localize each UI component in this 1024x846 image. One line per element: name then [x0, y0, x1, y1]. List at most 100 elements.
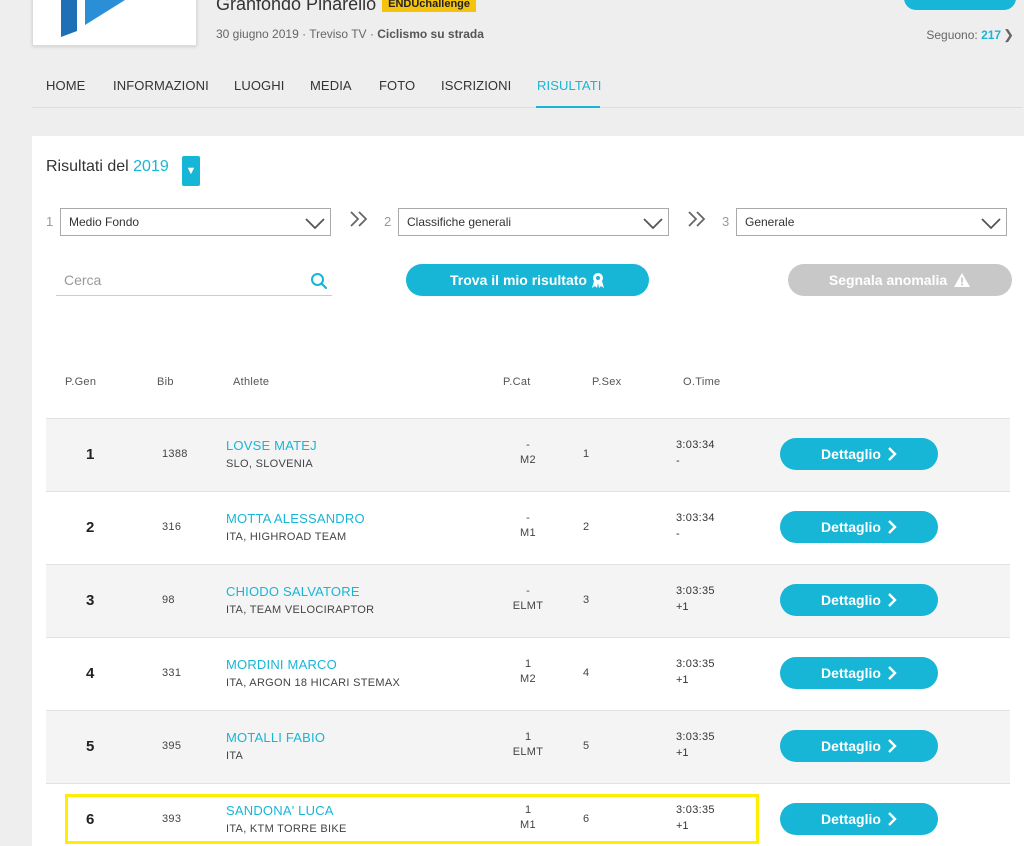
athlete-name-link[interactable]: MOTTA ALESSANDRO — [226, 511, 365, 526]
followers-label: Seguono: — [926, 28, 982, 42]
step-3-number: 3 — [722, 214, 730, 229]
chevron-right-icon — [888, 593, 897, 607]
chevron-right-icon — [888, 739, 897, 753]
tab-informazioni[interactable]: INFORMAZIONI — [113, 78, 209, 93]
col-header-otime[interactable]: O.Time — [683, 376, 720, 388]
detail-label: Dettaglio — [821, 811, 881, 827]
row-category: M2 — [520, 454, 536, 466]
event-discipline: Ciclismo su strada — [377, 27, 484, 41]
double-chevron-right-icon — [350, 211, 368, 227]
table-row: 2 316 MOTTA ALESSANDRO ITA, HIGHROAD TEA… — [46, 492, 1010, 565]
row-bib: 98 — [162, 594, 175, 606]
row-category: ELMT — [512, 746, 544, 758]
report-anomaly-label: Segnala anomalia — [828, 272, 948, 288]
results-year-title: Risultati del 2019 — [46, 158, 169, 176]
athlete-name-link[interactable]: LOVSE MATEJ — [226, 438, 317, 453]
row-category: M1 — [520, 527, 536, 539]
tab-foto[interactable]: FOTO — [379, 78, 415, 93]
row-official-time: 3:03:34 — [676, 439, 715, 451]
athlete-name-link[interactable]: CHIODO SALVATORE — [226, 584, 360, 599]
detail-button[interactable]: Dettaglio — [780, 730, 938, 762]
event-meta: 30 giugno 2019 · Treviso TV · Ciclismo s… — [216, 27, 484, 41]
ranking-select-value: Classifiche generali — [407, 215, 512, 229]
athlete-team: ITA, HIGHROAD TEAM — [226, 531, 347, 543]
search-input[interactable] — [64, 270, 294, 290]
race-select[interactable]: Medio Fondo — [60, 208, 331, 236]
col-header-bib[interactable]: Bib — [157, 376, 174, 388]
chevron-right-icon — [888, 666, 897, 680]
race-select-value: Medio Fondo — [69, 215, 140, 229]
detail-button[interactable]: Dettaglio — [780, 657, 938, 689]
athlete-team: ITA — [226, 750, 244, 762]
row-category-position: 1 — [524, 731, 532, 743]
row-official-time: 3:03:35 — [676, 658, 715, 670]
row-position: 1 — [86, 446, 95, 463]
chevron-down-icon — [305, 218, 325, 230]
follow-button[interactable] — [904, 0, 1016, 10]
row-category-position: 1 — [524, 658, 532, 670]
tab-luoghi[interactable]: LUOGHI — [234, 78, 284, 93]
col-header-psex[interactable]: P.Sex — [592, 376, 621, 388]
medal-icon — [591, 273, 604, 288]
row-bib: 1388 — [162, 448, 188, 460]
row-time-gap: +1 — [676, 674, 689, 686]
row-sex-position: 4 — [583, 667, 590, 679]
row-category-position: - — [526, 512, 530, 524]
row-position: 4 — [86, 665, 95, 682]
results-card: Risultati del 2019 ▼ 1 Medio Fondo 2 Cla… — [32, 136, 1024, 846]
col-header-pgen[interactable]: P.Gen — [65, 376, 96, 388]
tab-risultati[interactable]: RISULTATI — [537, 78, 601, 93]
athlete-name-link[interactable]: MOTALLI FABIO — [226, 730, 325, 745]
step-1-number: 1 — [46, 214, 54, 229]
event-title-text: Granfondo Pinarello — [216, 0, 377, 14]
row-category-position: - — [526, 585, 530, 597]
athlete-name-link[interactable]: MORDINI MARCO — [226, 657, 337, 672]
report-anomaly-button[interactable]: Segnala anomalia — [788, 264, 1012, 296]
chevron-right-icon — [888, 520, 897, 534]
row-time-gap: +1 — [676, 601, 689, 613]
detail-label: Dettaglio — [821, 592, 881, 608]
results-label: Risultati del — [46, 158, 134, 175]
tab-media[interactable]: MEDIA — [310, 78, 352, 93]
col-header-athlete[interactable]: Athlete — [233, 376, 269, 388]
detail-label: Dettaglio — [821, 665, 881, 681]
row-position: 3 — [86, 592, 95, 609]
enduchallenge-badge[interactable]: ENDUchallenge — [382, 0, 477, 12]
row-bib: 316 — [162, 521, 182, 533]
tab-home[interactable]: HOME — [46, 78, 85, 93]
results-year: 2019 — [133, 158, 169, 175]
event-date-place: 30 giugno 2019 · Treviso TV · — [216, 27, 378, 41]
detail-button[interactable]: Dettaglio — [780, 511, 938, 543]
chevron-right-icon — [888, 812, 897, 826]
category-select[interactable]: Generale — [736, 208, 1007, 236]
followers-link[interactable]: Seguono: 217 ❯ — [926, 27, 1014, 43]
row-category: ELMT — [512, 600, 544, 612]
row-sex-position: 1 — [583, 448, 590, 460]
category-select-value: Generale — [745, 215, 795, 229]
search-box — [56, 262, 332, 296]
highlighted-row-outline — [65, 794, 759, 844]
row-sex-position: 5 — [583, 740, 590, 752]
detail-button[interactable]: Dettaglio — [780, 803, 938, 835]
active-tab-indicator — [536, 106, 600, 108]
find-my-result-button[interactable]: Trova il mio risultato — [406, 264, 649, 296]
event-nav: HOME INFORMAZIONI LUOGHI MEDIA FOTO ISCR… — [32, 70, 1022, 108]
event-logo[interactable] — [32, 0, 197, 46]
col-header-pcat[interactable]: P.Cat — [503, 376, 531, 388]
row-official-time: 3:03:34 — [676, 512, 715, 524]
row-bib: 331 — [162, 667, 182, 679]
row-position: 2 — [86, 519, 95, 536]
followers-count: 217 — [981, 28, 1002, 42]
row-sex-position: 3 — [583, 594, 590, 606]
event-header: Granfondo Pinarello ENDUchallenge 30 giug… — [0, 0, 1024, 108]
double-chevron-right-icon — [688, 211, 706, 227]
ranking-select[interactable]: Classifiche generali — [398, 208, 669, 236]
warning-icon — [954, 273, 971, 287]
detail-button[interactable]: Dettaglio — [780, 584, 938, 616]
tab-iscrizioni[interactable]: ISCRIZIONI — [441, 78, 511, 93]
detail-button[interactable]: Dettaglio — [780, 438, 938, 470]
row-sex-position: 2 — [583, 521, 590, 533]
search-icon[interactable] — [310, 272, 328, 290]
year-dropdown-button[interactable]: ▼ — [182, 156, 200, 186]
detail-label: Dettaglio — [821, 738, 881, 754]
